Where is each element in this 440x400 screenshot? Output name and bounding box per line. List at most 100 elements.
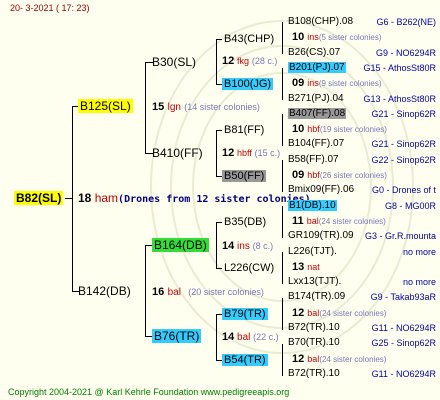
gen5-queen[interactable]: B72(TR).10 (288, 368, 340, 380)
queen-b43[interactable]: B43(CHP) (224, 33, 274, 45)
gen5-queen-label: B72(TR).10 (288, 367, 340, 379)
gen5-generation: 09 (292, 77, 308, 90)
queen-b76-mark: bal (237, 332, 251, 343)
queen-b164-generation: 14 (222, 240, 235, 252)
gen5-note: (24 sister colonies) (318, 216, 386, 226)
queen-b79[interactable]: B79(TR) (222, 308, 268, 320)
link-line (145, 245, 146, 337)
gen5-drone-info: 11 bal(24 sister colonies) (292, 215, 386, 228)
dam-queen[interactable]: B125(SL) (78, 99, 133, 114)
sire-queen[interactable]: B142(DB) (78, 284, 131, 299)
gen5-queen-label: L226(TJT). (288, 245, 337, 257)
gen5-note: (24 sister colonies) (319, 308, 387, 318)
link-line (216, 39, 217, 85)
sire-note: (20 sister colonies) (188, 287, 264, 297)
queen-b50[interactable]: B50(FF) (222, 170, 267, 182)
queen-b410[interactable]: B410(FF) (152, 146, 203, 161)
queen-b54[interactable]: B54(TR) (222, 354, 268, 366)
gen5-queen[interactable]: GR109(TR).09 (288, 230, 354, 242)
gen5-queen[interactable]: B26(CS).07 (288, 47, 340, 59)
queen-b43-label: B43(CHP) (224, 33, 275, 45)
queen-b100[interactable]: B100(JG) (222, 78, 274, 90)
gen5-drone-info: 12 bal(24 sister colonies) (292, 307, 386, 320)
dam-info: 15 lgn (14 sister colonies) (152, 99, 260, 115)
gen5-queen-label: B271(PJ).04 (288, 92, 344, 104)
root-note: (Drones from 12 sister colonies) (118, 194, 311, 205)
gen5-queen[interactable]: B201(PJ).07 (288, 61, 346, 74)
copyright-footer: Copyright 2004-2021 @ Karl Kehrle Founda… (8, 387, 290, 397)
gen5-queen[interactable]: B104(FF).07 (288, 138, 344, 150)
gen5-queen[interactable]: Lxx13(TJT). (288, 276, 341, 288)
gen5-note: (9 sister colonies) (318, 79, 382, 89)
gen5-breeder-code: G0 - Drones of t (371, 185, 436, 196)
gen5-mark: ins (307, 78, 319, 89)
queen-b76[interactable]: B76(TR) (152, 329, 202, 344)
gen5-note: (24 sister colonies) (319, 354, 387, 364)
gen5-queen[interactable]: B271(PJ).04 (288, 93, 344, 105)
gen5-breeder-code: G3 - Gr.R.mounta (364, 231, 436, 242)
gen5-generation: 11 (292, 214, 307, 227)
gen5-mark: ins (307, 32, 319, 43)
queen-l226[interactable]: L226(CW) (224, 262, 274, 274)
gen5-queen-label: GR109(TR).09 (288, 230, 354, 242)
gen5-breeder-code: G15 - AthosSt80R (363, 62, 436, 73)
link-line (216, 268, 222, 269)
gen5-breeder-code: G21 - Sinop62R (371, 108, 436, 119)
queen-b164-label: B164(DB) (152, 238, 209, 252)
queen-b81[interactable]: B81(FF) (224, 124, 264, 136)
gen5-generation: 09 (292, 169, 308, 181)
queen-b164-info: 14 ins (8 c.) (222, 239, 273, 254)
queen-b30-label: B30(SL) (152, 55, 197, 69)
gen5-queen[interactable]: B407(FF).08 (288, 107, 347, 120)
gen5-queen[interactable]: B1(DB).10 (288, 199, 337, 212)
sire-queen-label: B142(DB) (78, 284, 131, 298)
gen5-queen-label: B72(TR).10 (288, 322, 340, 333)
link-line (282, 298, 283, 330)
link-line (216, 130, 222, 131)
gen5-breeder-code: G13 - AthosSt80R (363, 93, 436, 104)
dam-queen-label: B125(SL) (78, 99, 133, 113)
gen5-queen[interactable]: B174(TR).09 (288, 291, 345, 303)
gen5-queen[interactable]: B72(TR).10 (288, 322, 340, 334)
queen-b81-generation: 12 (222, 147, 235, 159)
root-queen[interactable]: B82(SL) (14, 191, 64, 206)
gen5-queen[interactable]: L226(TJT). (288, 246, 337, 258)
dam-mark: lgn (167, 102, 181, 113)
gen5-queen[interactable]: Bmix09(FF).06 (288, 184, 354, 196)
queen-b30[interactable]: B30(SL) (152, 55, 196, 70)
queen-b43-generation: 12 (222, 55, 235, 67)
queen-b35[interactable]: B35(DB) (224, 216, 266, 228)
gen5-drone-info: 10 hbf(19 sister colonies) (292, 123, 387, 136)
link-line (65, 198, 73, 199)
gen5-queen[interactable]: B70(TR).10 (288, 337, 340, 349)
queen-b35-label: B35(DB) (224, 216, 267, 228)
queen-b100-label: B100(JG) (222, 78, 274, 90)
gen5-queen[interactable]: B58(FF).07 (288, 154, 339, 166)
link-line (282, 206, 283, 238)
gen5-breeder-code: G11 - NO6294R (371, 368, 436, 379)
queen-l226-label: L226(CW) (224, 262, 275, 274)
gen5-breeder-code: G6 - B262(NE) (376, 17, 436, 27)
link-line (282, 160, 283, 192)
queen-b76-note: (22 c.) (253, 332, 279, 342)
gen5-breeder-code: G22 - Sinop62R (371, 154, 436, 165)
gen5-generation: 13 (292, 260, 308, 273)
queen-b164-mark: ins (237, 241, 250, 252)
queen-b81-note: (15 c.) (254, 148, 281, 158)
root-generation: 18 (78, 191, 92, 205)
pedigree-canvas: 20- 3-2021 ( 17: 23) Copyright 2004-2021… (0, 0, 440, 400)
root-info: 18 ham(Drones from 12 sister colonies) (78, 191, 311, 207)
gen5-generation: 12 (292, 352, 308, 365)
gen5-queen[interactable]: B108(CHP).08 (288, 16, 353, 28)
dam-note: (14 sister colonies) (184, 102, 260, 112)
gen5-generation: 10 (292, 31, 308, 44)
queen-b43-mark: fkg (237, 56, 250, 66)
queen-b54-label: B54(TR) (222, 354, 268, 366)
gen5-queen-label: B201(PJ).07 (288, 61, 346, 73)
link-line (216, 314, 217, 360)
gen5-mark: nat (307, 261, 320, 272)
root-queen-label: B82(SL) (14, 191, 64, 205)
gen5-breeder-code: no more (402, 277, 436, 288)
link-line (282, 114, 283, 146)
queen-b164[interactable]: B164(DB) (152, 238, 209, 253)
